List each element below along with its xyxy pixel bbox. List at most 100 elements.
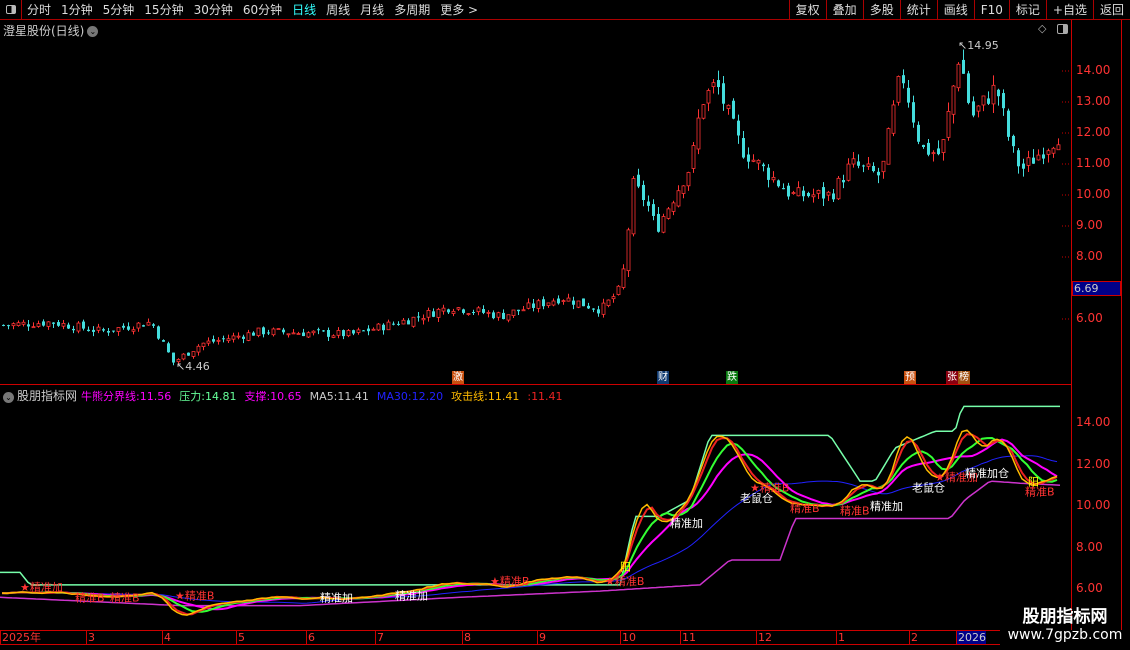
candle (276, 328, 281, 330)
candle (107, 331, 110, 333)
candle (981, 95, 986, 106)
candle (832, 193, 835, 200)
indicator-value: 攻击线:11.41 (451, 390, 523, 403)
candle (252, 332, 255, 336)
candle (1042, 154, 1045, 159)
candle (816, 190, 821, 194)
candle (322, 330, 325, 332)
indicator-number: 12.20 (411, 390, 444, 403)
candle (362, 330, 365, 332)
candle (302, 332, 305, 337)
candle (676, 190, 681, 207)
date-axis: 2025年 3 4 5 6 7 8 9 10 11 12 1 2 2026 (0, 630, 1000, 645)
candle (582, 298, 585, 307)
candle (647, 201, 650, 206)
candle (417, 316, 420, 318)
signal-marker: 阳 (620, 560, 631, 573)
candle (87, 329, 90, 332)
candle (557, 298, 560, 304)
candle (317, 329, 320, 331)
candle (621, 268, 626, 288)
candle (922, 144, 925, 147)
date-label: 1 (836, 631, 845, 644)
chevron-down-icon[interactable]: ⌄ (3, 391, 14, 403)
candle (231, 335, 236, 340)
candle (356, 329, 361, 333)
candle (912, 102, 915, 123)
news-badge[interactable]: 激 (452, 371, 464, 384)
candle (681, 185, 686, 194)
candle (907, 87, 910, 103)
candle (371, 328, 376, 331)
candle (1032, 157, 1035, 164)
signal-marker: 精准加 (320, 591, 353, 604)
candle (1022, 163, 1025, 169)
candle (1002, 93, 1005, 109)
candle (1056, 144, 1061, 151)
candle (16, 322, 21, 326)
candle (291, 332, 296, 335)
price-tick: 11.00 (1076, 156, 1111, 170)
candle (131, 329, 136, 332)
candle (872, 165, 875, 172)
candle (386, 321, 391, 331)
signal-marker: ★精准B (750, 481, 789, 494)
candle (1007, 110, 1010, 137)
signal-marker: 精准B (75, 591, 105, 604)
candle (61, 323, 66, 327)
candle (447, 309, 450, 313)
price-tick: 9.00 (1076, 218, 1103, 232)
indicator-value: MA5:11.41 (310, 390, 373, 403)
indicator-label: 支撑: (244, 390, 271, 403)
indicator-name[interactable]: 股朋指标网 (17, 389, 77, 403)
date-label: 5 (236, 631, 245, 644)
candle (271, 328, 276, 336)
candle (946, 111, 951, 138)
date-label: 2 (909, 631, 918, 644)
candle (896, 76, 901, 103)
indicator-label: 攻击线: (451, 390, 488, 403)
candle (1026, 157, 1031, 166)
news-badge[interactable]: 预 (904, 371, 916, 384)
candle (767, 167, 770, 180)
candle (167, 343, 170, 353)
indicator-tick: 6.00 (1076, 581, 1103, 595)
candle (626, 229, 631, 272)
candle (72, 328, 75, 331)
candle (11, 323, 16, 327)
candle (881, 160, 886, 173)
candle (506, 314, 511, 321)
candle (576, 300, 581, 308)
indicator-number: 11.56 (139, 390, 172, 403)
kline-chart: ↖14.95↖4.46★精准加精准B 精准B ★精准B 精准加 精准加★精准B ★精准B阳… (0, 39, 1071, 616)
candle (432, 311, 435, 317)
candle (226, 338, 231, 342)
news-badge[interactable]: 跌 (726, 371, 738, 384)
candle (411, 316, 416, 327)
candle (187, 352, 190, 356)
indicator-label: 压力: (179, 390, 205, 403)
candle (722, 83, 725, 104)
candle (851, 158, 856, 165)
news-badge[interactable]: 张 (946, 371, 958, 384)
candle (666, 208, 671, 219)
candle (466, 313, 471, 315)
candle (696, 117, 701, 150)
candle (592, 308, 595, 310)
watermark: 股朋指标网 www.7gpzb.com (1007, 607, 1123, 643)
candle (521, 309, 526, 312)
indicator-number: 11.41 (337, 390, 369, 403)
candle (1046, 150, 1051, 155)
candle (1017, 150, 1020, 167)
news-badge[interactable]: 财 (657, 371, 669, 384)
candle (886, 128, 891, 165)
price-tick: 10.00 (1076, 187, 1111, 201)
signal-marker: ★精准B (605, 575, 644, 588)
candle (791, 192, 796, 194)
candle (877, 171, 880, 176)
candle (796, 187, 801, 197)
candle (162, 340, 165, 342)
news-badge[interactable]: 榜 (958, 371, 970, 384)
candle (587, 305, 590, 309)
date-label: 8 (462, 631, 471, 644)
